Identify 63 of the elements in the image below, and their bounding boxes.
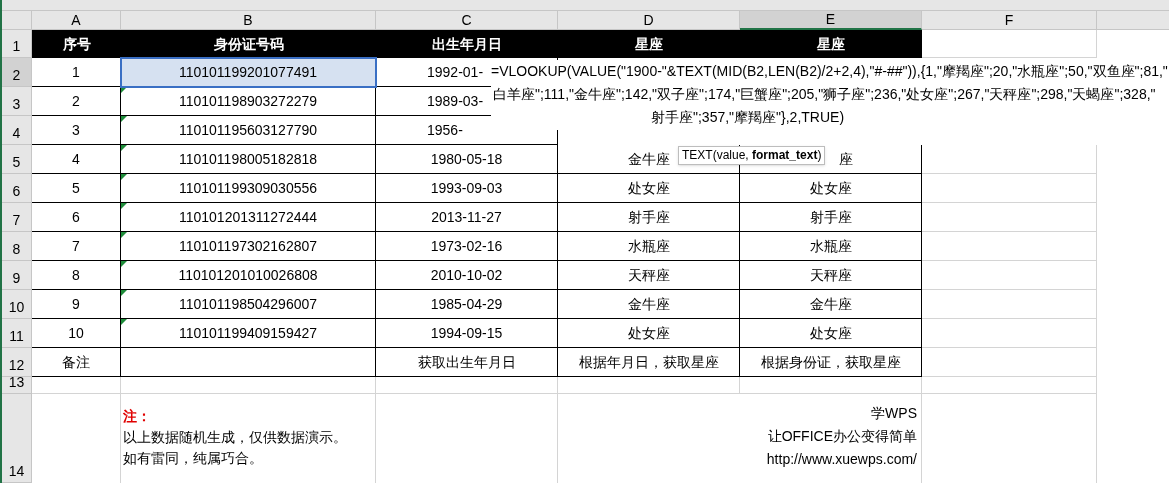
table-cell: 6	[32, 203, 121, 232]
table-cell: 110101201311272444	[121, 203, 376, 232]
table-cell: 1973-02-16	[376, 232, 558, 261]
table-cell: 2013-11-27	[376, 203, 558, 232]
table-cell: 处女座	[558, 319, 740, 348]
table-cell: 射手座	[558, 203, 740, 232]
table-cell: 4	[32, 145, 121, 174]
note-text: 如有雷同，纯属巧合。	[123, 449, 264, 468]
header-cell: 星座	[740, 30, 922, 58]
table-cell: 处女座	[740, 174, 922, 203]
function-tooltip: TEXT(value, format_text)	[678, 146, 826, 165]
table-cell: 5	[32, 174, 121, 203]
table-cell: 110101201010026808	[121, 261, 376, 290]
credit-text: 学WPS	[871, 404, 917, 423]
table-cell: 10	[32, 319, 121, 348]
column-header[interactable]: D	[558, 11, 740, 30]
table-cell: 1980-05-18	[376, 145, 558, 174]
table-cell: 水瓶座	[740, 232, 922, 261]
header-cell: 身份证号码	[121, 30, 376, 58]
row-number[interactable]: 14	[8, 461, 25, 482]
table-cell: 处女座	[558, 174, 740, 203]
table-cell: 根据年月日，获取星座	[558, 348, 740, 377]
table-cell: 处女座	[740, 319, 922, 348]
table-cell: 110101199309030556	[121, 174, 376, 203]
note-title: 注：	[123, 407, 152, 426]
column-header[interactable]: E	[740, 11, 922, 30]
header-cell: 出生年月日	[376, 30, 558, 58]
table-cell: 110101198903272279	[121, 87, 376, 116]
table-cell: 8	[32, 261, 121, 290]
table-cell: 110101198504296007	[121, 290, 376, 319]
table-cell: 2010-10-02	[376, 261, 558, 290]
table-cell: 2	[32, 87, 121, 116]
table-cell: 110101199409159427	[121, 319, 376, 348]
table-cell: 金牛座	[558, 290, 740, 319]
table-cell: 1993-09-03	[376, 174, 558, 203]
table-cell: 备注	[32, 348, 121, 377]
table-cell: 110101198005182818	[121, 145, 376, 174]
table-cell: 射手座	[740, 203, 922, 232]
column-header[interactable]: C	[376, 11, 558, 30]
header-cell: 星座	[558, 30, 740, 58]
table-cell: 1985-04-29	[376, 290, 558, 319]
table-cell: 110101199201077491	[121, 58, 376, 87]
table-cell: 110101195603127790	[121, 116, 376, 145]
table-cell: 110101197302162807	[121, 232, 376, 261]
table-cell: 9	[32, 290, 121, 319]
table-cell: 1994-09-15	[376, 319, 558, 348]
credit-text: http://www.xuewps.com/	[766, 450, 917, 469]
table-cell: 7	[32, 232, 121, 261]
table-cell: 根据身份证，获取星座	[740, 348, 922, 377]
table-cell: 天秤座	[740, 261, 922, 290]
column-header[interactable]: B	[121, 11, 376, 30]
table-cell: 天秤座	[558, 261, 740, 290]
table-cell: 3	[32, 116, 121, 145]
table-cell: 金牛座	[740, 290, 922, 319]
column-header[interactable]: F	[922, 11, 1097, 30]
formula-text: 射手座";357,"摩羯座"},2,TRUE)	[650, 108, 845, 127]
formula-edit-box[interactable]: =VLOOKUP(VALUE("1900-"&TEXT(MID(B2,LEN(B2)/2+2,4),"#-##")),{1,"摩羯座";20,"水瓶座";50,"双鱼座";81," 白羊座";111,"金牛座";142,"双子座";174,"巨蟹座";205,"狮子座";236,"处女座";267,"天秤座";298,"天蝎座";328," 射手座";357,"摩羯座"},2,TRUE)	[491, 60, 1169, 130]
header-cell: 序号	[32, 30, 121, 58]
credit-text: 让OFFICE办公变得简单	[767, 427, 917, 446]
column-header[interactable]: A	[32, 11, 121, 30]
table-cell: 获取出生年月日	[376, 348, 558, 377]
table-cell: 水瓶座	[558, 232, 740, 261]
note-text: 以上数据随机生成，仅供数据演示。	[123, 428, 348, 447]
